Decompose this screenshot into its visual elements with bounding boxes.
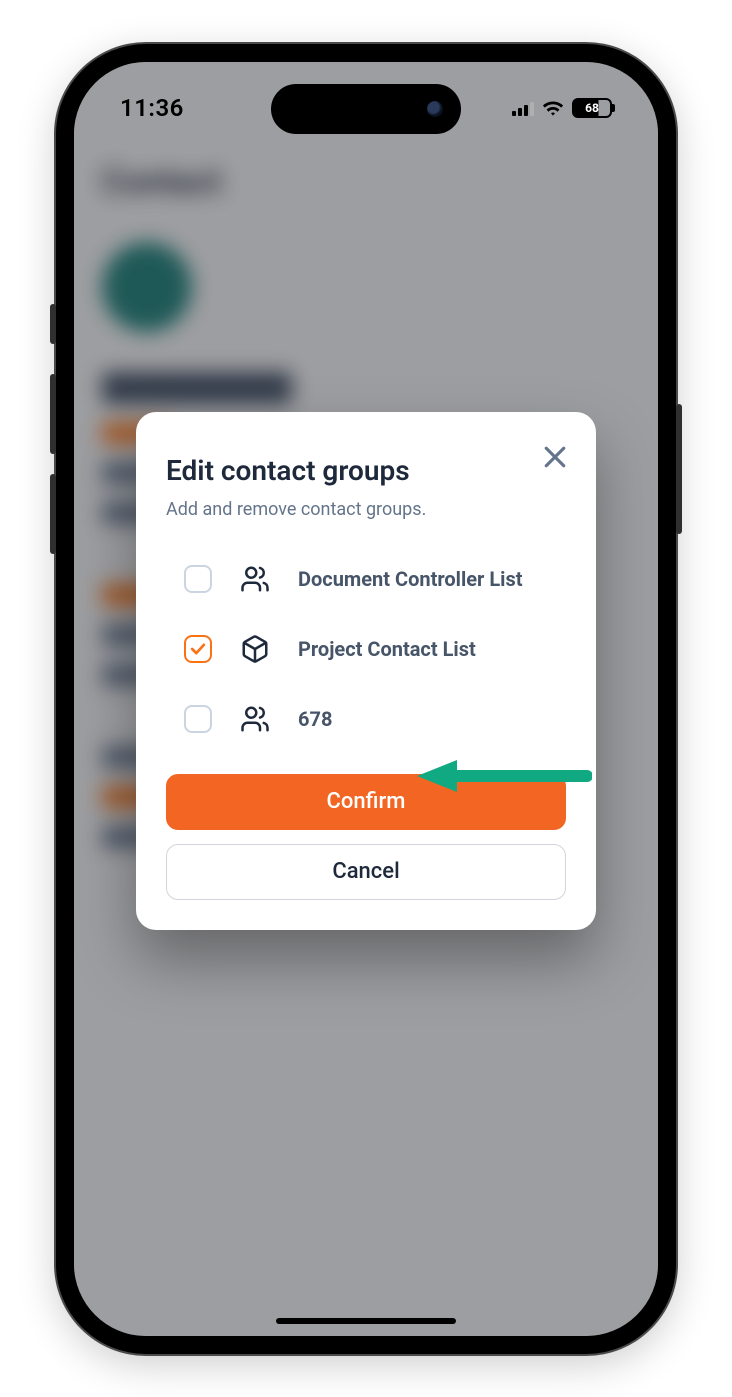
cellular-icon: [512, 100, 534, 116]
checkbox[interactable]: [184, 705, 212, 733]
modal-title: Edit contact groups: [166, 454, 566, 487]
power-button: [676, 404, 682, 534]
status-time: 11:36: [120, 94, 184, 122]
annotation-arrow: [412, 756, 592, 796]
home-indicator: [276, 1318, 456, 1324]
people-icon: [240, 564, 270, 594]
people-icon: [240, 704, 270, 734]
group-list: Document Controller List Project Contact…: [184, 564, 566, 734]
checkbox-checked[interactable]: [184, 635, 212, 663]
cancel-button[interactable]: Cancel: [166, 844, 566, 900]
dynamic-island: [271, 84, 461, 134]
cube-icon: [240, 634, 270, 664]
group-label: Project Contact List: [298, 637, 476, 661]
modal-subtitle: Add and remove contact groups.: [166, 499, 566, 520]
battery-icon: 68: [572, 98, 612, 118]
side-button: [50, 304, 56, 344]
screen: 11:36 68 Contact: [74, 62, 658, 1336]
wifi-icon: [542, 100, 564, 116]
phone-frame: 11:36 68 Contact: [56, 44, 676, 1354]
group-item-document-controller[interactable]: Document Controller List: [184, 564, 566, 594]
edit-contact-groups-modal: Edit contact groups Add and remove conta…: [136, 412, 596, 930]
volume-up-button: [50, 374, 56, 454]
volume-down-button: [50, 474, 56, 554]
group-label: Document Controller List: [298, 567, 522, 591]
close-icon[interactable]: [540, 442, 570, 472]
group-item-project-contact[interactable]: Project Contact List: [184, 634, 566, 664]
group-item-678[interactable]: 678: [184, 704, 566, 734]
group-label: 678: [298, 707, 332, 731]
checkbox[interactable]: [184, 565, 212, 593]
